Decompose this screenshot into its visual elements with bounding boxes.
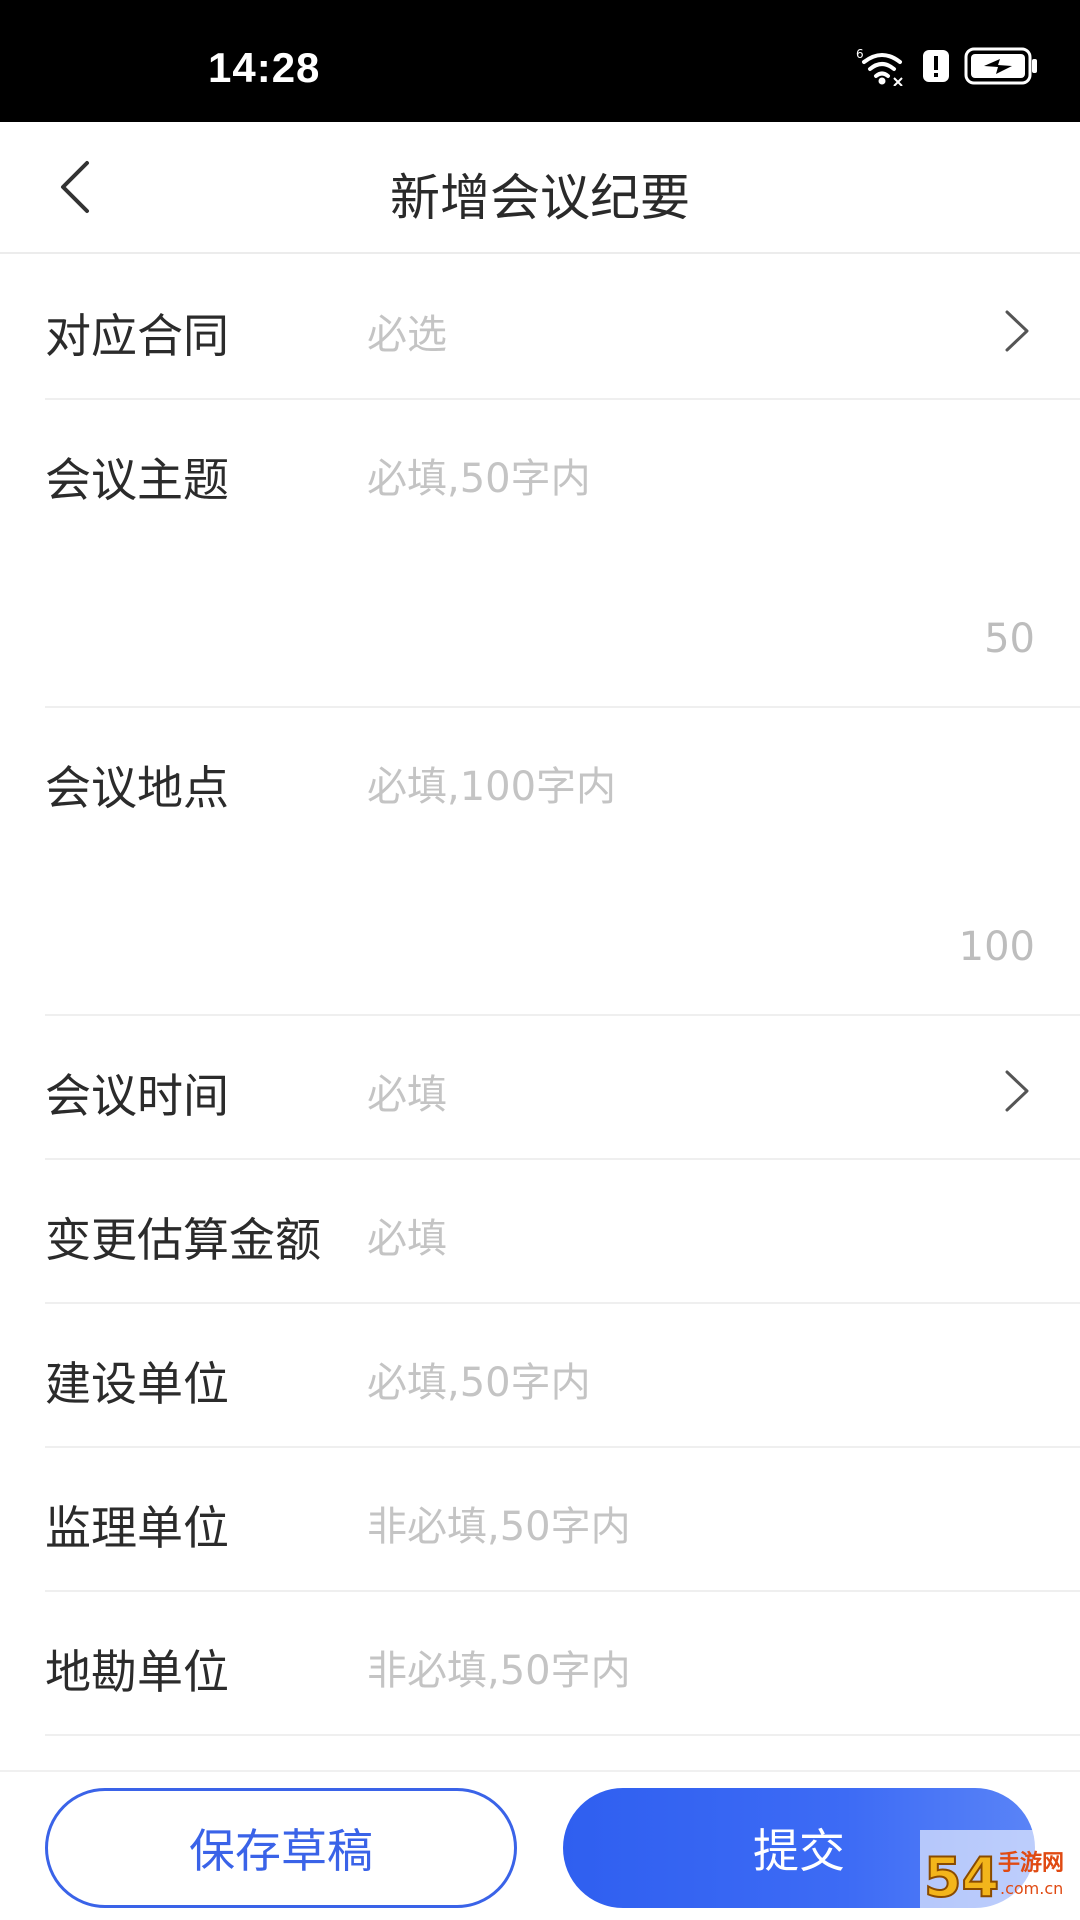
subject-char-counter: 50 (984, 616, 1035, 662)
time-select[interactable]: 必填 (367, 1062, 447, 1120)
nav-bar: 新增会议纪要 (0, 122, 1080, 254)
status-bar: 14:28 6 (0, 0, 1080, 122)
supervision-unit-field: 监理单位 非必填,50字内 (45, 1448, 1080, 1592)
battery-charging-icon (964, 47, 1040, 89)
supervision-unit-label: 监理单位 (45, 1501, 229, 1555)
contract-label: 对应合同 (45, 309, 229, 363)
watermark-logo: 54 手游网 .com.cn (920, 1830, 1080, 1920)
amount-label: 变更估算金额 (45, 1213, 321, 1267)
wifi-icon: 6 (856, 46, 908, 90)
construction-unit-input[interactable]: 必填,50字内 (367, 1350, 591, 1408)
contract-select[interactable]: 必选 (367, 302, 447, 360)
svg-text:54: 54 (924, 1846, 999, 1909)
construction-unit-field: 建设单位 必填,50字内 (45, 1304, 1080, 1448)
meeting-form: 对应合同 必选 会议主题 必填,50字内 50 会议地点 必填,100字内 10… (0, 256, 1080, 1736)
time-field[interactable]: 会议时间 必填 (45, 1016, 1080, 1160)
subject-label: 会议主题 (45, 453, 229, 507)
location-field: 会议地点 必填,100字内 100 (45, 708, 1080, 1016)
contract-field[interactable]: 对应合同 必选 (45, 256, 1080, 400)
location-input[interactable]: 必填,100字内 (367, 754, 616, 812)
subject-input[interactable]: 必填,50字内 (367, 446, 591, 504)
svg-text:6: 6 (856, 47, 864, 61)
amount-input[interactable]: 必填 (367, 1206, 447, 1264)
amount-field: 变更估算金额 必填 (45, 1160, 1080, 1304)
time-label: 会议时间 (45, 1069, 229, 1123)
location-char-counter: 100 (958, 924, 1035, 970)
chevron-right-icon (1005, 310, 1029, 352)
bottom-action-bar: 保存草稿 提交 (0, 1770, 1080, 1920)
survey-unit-input[interactable]: 非必填,50字内 (367, 1638, 631, 1696)
status-time: 14:28 (208, 44, 321, 91)
page-title: 新增会议纪要 (390, 169, 690, 227)
construction-unit-label: 建设单位 (45, 1357, 229, 1411)
status-icons: 6 (856, 46, 1040, 90)
chevron-right-icon (1005, 1070, 1029, 1112)
svg-text:.com.cn: .com.cn (1000, 1879, 1063, 1898)
subject-field: 会议主题 必填,50字内 50 (45, 400, 1080, 708)
supervision-unit-input[interactable]: 非必填,50字内 (367, 1494, 631, 1552)
location-label: 会议地点 (45, 761, 229, 815)
svg-text:手游网: 手游网 (998, 1850, 1064, 1876)
save-draft-button[interactable]: 保存草稿 (45, 1788, 517, 1908)
survey-unit-field: 地勘单位 非必填,50字内 (45, 1592, 1080, 1736)
alert-icon (922, 48, 950, 88)
survey-unit-label: 地勘单位 (45, 1645, 229, 1699)
